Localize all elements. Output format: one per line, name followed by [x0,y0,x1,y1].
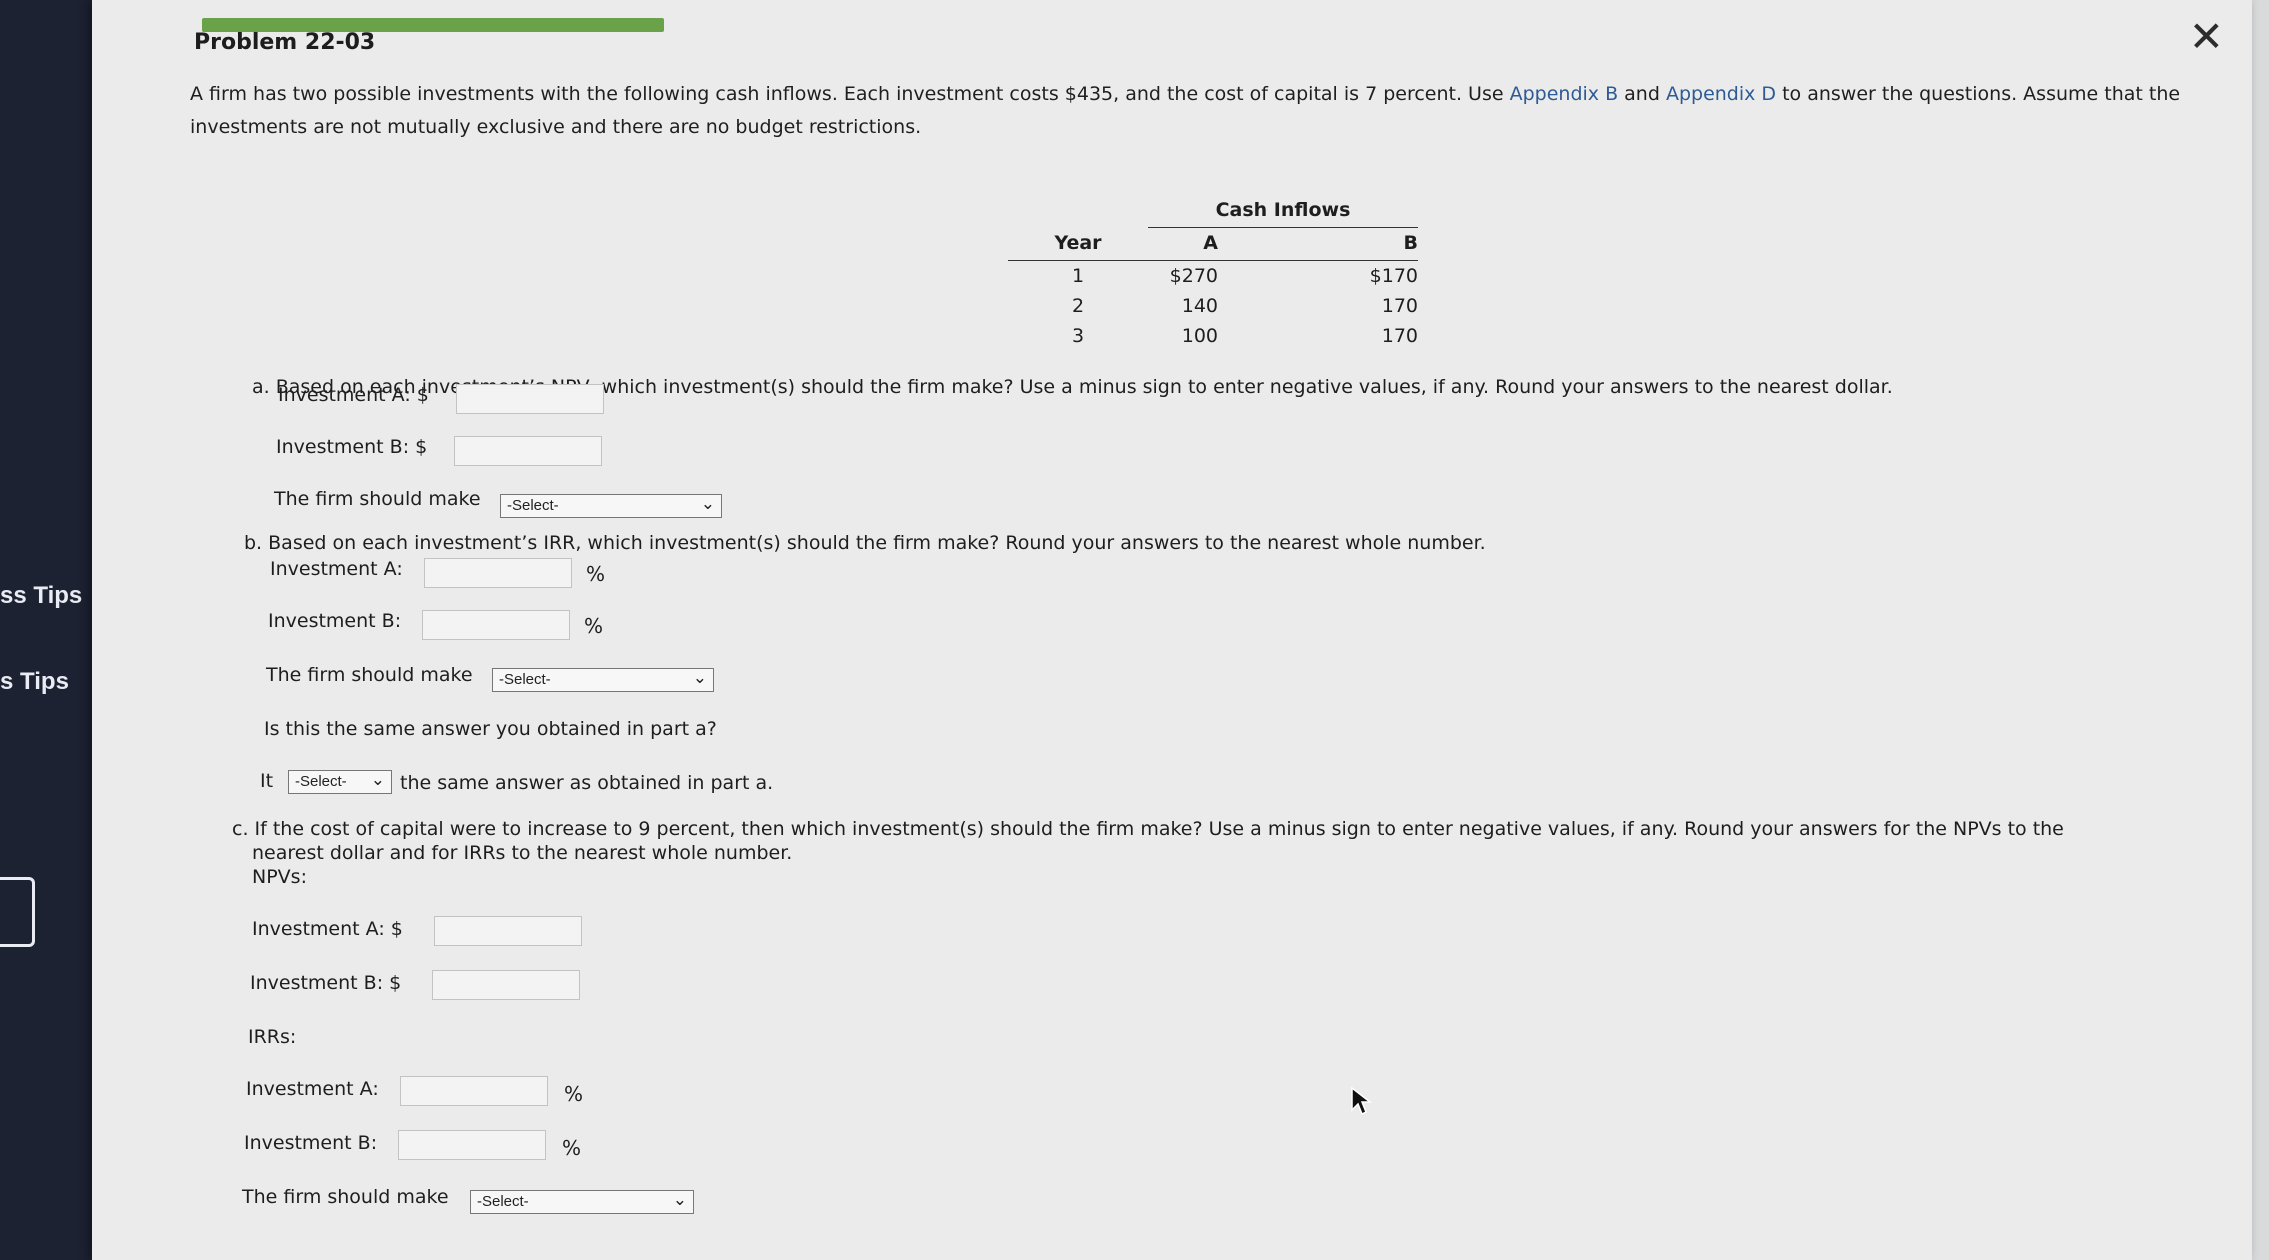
part-c-irr-b-input[interactable] [398,1130,546,1160]
chevron-down-icon: ⌄ [692,668,707,687]
sidebar-tips-1[interactable]: ss Tips [0,582,82,610]
table-row: 3 100 170 [1071,325,1418,347]
part-a-inv-a-input[interactable] [456,384,604,414]
close-icon[interactable]: ✕ [2189,12,2224,61]
part-c-irr-b-label: Investment B: [244,1132,378,1154]
part-a-inv-b-label: Investment B: $ [276,436,428,458]
percent-sign: % [564,1082,584,1106]
part-b-question: b. Based on each investment’s IRR, which… [244,532,1486,554]
cash-inflows-table: Cash Inflows Year A B 1 $270 $170 2 140 … [1008,195,1418,351]
part-a-inv-b-input[interactable] [454,436,602,466]
part-b-firm-select[interactable]: -Select- ⌄ [492,668,714,692]
part-c-npvs-label: NPVs: [252,866,307,888]
page-title: Problem 22-03 [194,30,376,55]
part-c-question-line2: nearest dollar and for IRRs to the neare… [252,842,793,864]
part-c-inv-a-label: Investment A: $ [252,918,403,940]
part-c-irrs-label: IRRs: [248,1026,297,1048]
part-b-inv-b-label: Investment B: [268,610,402,632]
part-b-same-question: Is this the same answer you obtained in … [264,718,717,740]
appendix-b-link[interactable]: Appendix B [1510,83,1619,105]
sidebar-tips-2[interactable]: s Tips [0,668,69,696]
sidebar-toggle-icon[interactable] [0,877,35,947]
part-a-firm-select[interactable]: -Select- ⌄ [500,494,722,518]
part-b-same-tail: the same answer as obtained in part a. [400,772,774,794]
table-row: 2 140 170 [1071,295,1418,317]
col-b-header: B [1218,227,1418,261]
part-b-inv-a-input[interactable] [424,558,572,588]
part-c-inv-b-label: Investment B: $ [250,972,402,994]
problem-intro: A firm has two possible investments with… [190,83,2181,138]
part-c-irr-a-input[interactable] [400,1076,548,1106]
table-row: 1 $270 $170 [1071,265,1418,287]
part-c-npv-a-input[interactable] [434,916,582,946]
mouse-cursor-icon [1351,1086,1372,1116]
part-a-firm-label: The firm should make [274,488,481,510]
part-c-firm-label: The firm should make [242,1186,449,1208]
part-a-inv-a-label: Investment A: $ [278,384,429,406]
percent-sign: % [584,614,604,638]
part-c-question-line1: c. If the cost of capital were to increa… [232,818,2064,840]
chevron-down-icon: ⌄ [700,494,715,513]
cash-inflows-header: Cash Inflows [1148,195,1418,228]
chevron-down-icon: ⌄ [672,1190,687,1209]
problem-panel: ✕ Problem 22-03 A firm has two possible … [92,0,2252,1260]
part-c-irr-a-label: Investment A: [246,1078,379,1100]
year-header: Year [1008,227,1148,261]
part-c-npv-b-input[interactable] [432,970,580,1000]
percent-sign: % [562,1136,582,1160]
part-c-firm-select[interactable]: -Select- ⌄ [470,1190,694,1214]
col-a-header: A [1148,227,1218,261]
part-b-same-select[interactable]: -Select- ⌄ [288,770,392,794]
part-b-inv-a-label: Investment A: [270,558,403,580]
part-b-firm-label: The firm should make [266,664,473,686]
part-b-inv-b-input[interactable] [422,610,570,640]
chevron-down-icon: ⌄ [370,770,385,789]
percent-sign: % [586,562,606,586]
appendix-d-link[interactable]: Appendix D [1666,83,1776,105]
part-b-it-label: It [260,770,274,792]
